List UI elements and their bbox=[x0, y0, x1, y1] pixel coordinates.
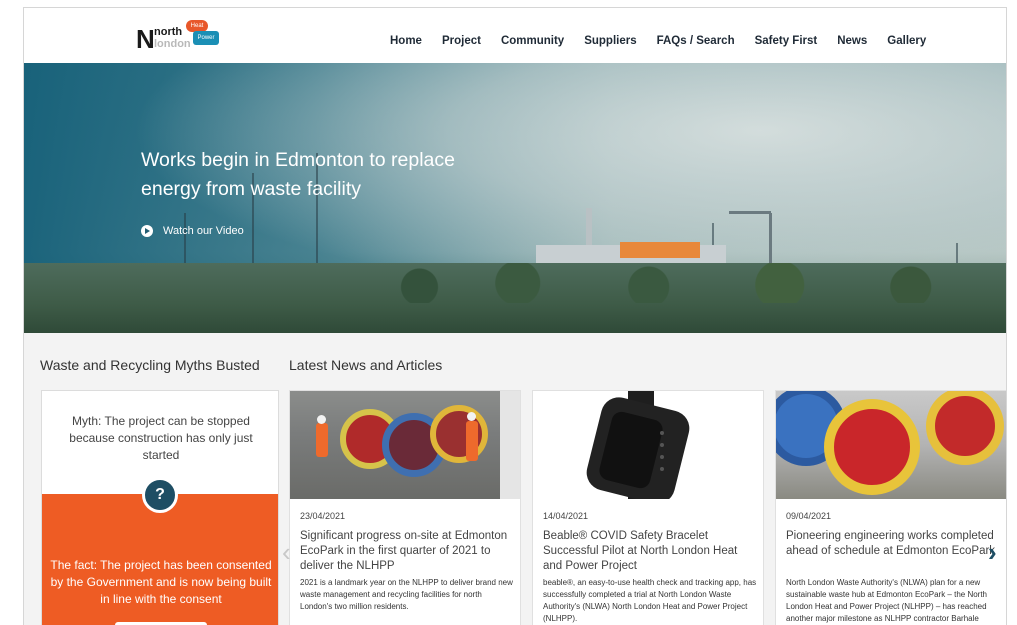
content-section: Waste and Recycling Myths Busted Latest … bbox=[24, 333, 1006, 625]
site-header: N north london Heat and Power Home Proje… bbox=[24, 8, 1006, 63]
bracelet-hole bbox=[660, 455, 664, 459]
main-nav: Home Project Community Suppliers FAQs / … bbox=[390, 35, 946, 47]
bracelet-hole bbox=[660, 431, 664, 435]
nav-safety-first[interactable]: Safety First bbox=[755, 35, 818, 47]
logo-mark: N bbox=[136, 24, 155, 54]
myths-section-title: Waste and Recycling Myths Busted bbox=[40, 357, 260, 373]
watch-video-link[interactable]: Watch our Video bbox=[141, 225, 244, 237]
hero-headline: Works begin in Edmonton to replace energ… bbox=[141, 149, 455, 200]
news-excerpt: North London Waste Authority's (NLWA) pl… bbox=[786, 578, 988, 623]
news-date: 09/04/2021 bbox=[786, 511, 832, 521]
news-excerpt: 2021 is a landmark year on the NLHPP to … bbox=[300, 578, 513, 611]
hero-banner: Works begin in Edmonton to replace energ… bbox=[24, 63, 1006, 333]
boring-ring bbox=[824, 399, 920, 495]
news-title[interactable]: Pioneering engineering works completed a… bbox=[786, 529, 1000, 559]
news-title[interactable]: Significant progress on-site at Edmonton… bbox=[300, 529, 514, 574]
tunnel-ring bbox=[430, 405, 488, 463]
carousel-prev-icon[interactable]: ‹ bbox=[282, 537, 291, 568]
news-image-bracelet bbox=[533, 391, 763, 499]
nav-home[interactable]: Home bbox=[390, 35, 422, 47]
play-icon bbox=[141, 225, 153, 237]
hero-trees bbox=[354, 263, 1006, 303]
logo-text-london: london bbox=[154, 38, 191, 50]
worker-figure bbox=[316, 423, 328, 457]
plant-chimney bbox=[586, 208, 592, 248]
logo-badge-power: Power bbox=[193, 31, 219, 45]
news-title[interactable]: Beable® COVID Safety Bracelet Successful… bbox=[543, 529, 757, 574]
news-image-edge bbox=[500, 391, 520, 499]
news-card[interactable]: 23/04/2021 Significant progress on-site … bbox=[289, 390, 521, 625]
news-date: 14/04/2021 bbox=[543, 511, 589, 521]
news-excerpt: beable®, an easy-to-use health check and… bbox=[543, 578, 757, 623]
page-frame: N north london Heat and Power Home Proje… bbox=[23, 7, 1007, 625]
worker-figure bbox=[466, 421, 478, 461]
myth-question: Myth: The project can be stopped because… bbox=[69, 414, 253, 462]
plant-building-orange bbox=[620, 242, 700, 258]
worker-helmet bbox=[467, 412, 476, 421]
watch-video-label: Watch our Video bbox=[163, 225, 244, 237]
news-image-boring-machines bbox=[776, 391, 1006, 499]
news-card[interactable]: 09/04/2021 Pioneering engineering works … bbox=[775, 390, 1006, 625]
nav-gallery[interactable]: Gallery bbox=[887, 35, 926, 47]
news-card[interactable]: 14/04/2021 Beable® COVID Safety Bracelet… bbox=[532, 390, 764, 625]
myth-fact: The fact: The project has been consented… bbox=[50, 558, 272, 606]
nav-community[interactable]: Community bbox=[501, 35, 564, 47]
bracelet-hole bbox=[660, 443, 664, 447]
news-date: 23/04/2021 bbox=[300, 511, 346, 521]
question-mark-icon: ? bbox=[142, 477, 178, 513]
news-image-workers bbox=[290, 391, 520, 499]
logo-text-north: north bbox=[154, 26, 183, 38]
street-lamp-arm bbox=[729, 211, 771, 214]
worker-helmet bbox=[317, 415, 326, 424]
bracelet-hole bbox=[660, 467, 664, 471]
nav-project[interactable]: Project bbox=[442, 35, 481, 47]
nav-faqs-search[interactable]: FAQs / Search bbox=[657, 35, 735, 47]
nav-suppliers[interactable]: Suppliers bbox=[584, 35, 636, 47]
site-logo[interactable]: N north london Heat and Power bbox=[136, 20, 226, 54]
news-section-title: Latest News and Articles bbox=[289, 357, 443, 373]
myth-card: Myth: The project can be stopped because… bbox=[41, 390, 279, 625]
carousel-next-icon[interactable]: › bbox=[988, 537, 997, 568]
nav-news[interactable]: News bbox=[837, 35, 867, 47]
boring-ring bbox=[926, 391, 1004, 465]
